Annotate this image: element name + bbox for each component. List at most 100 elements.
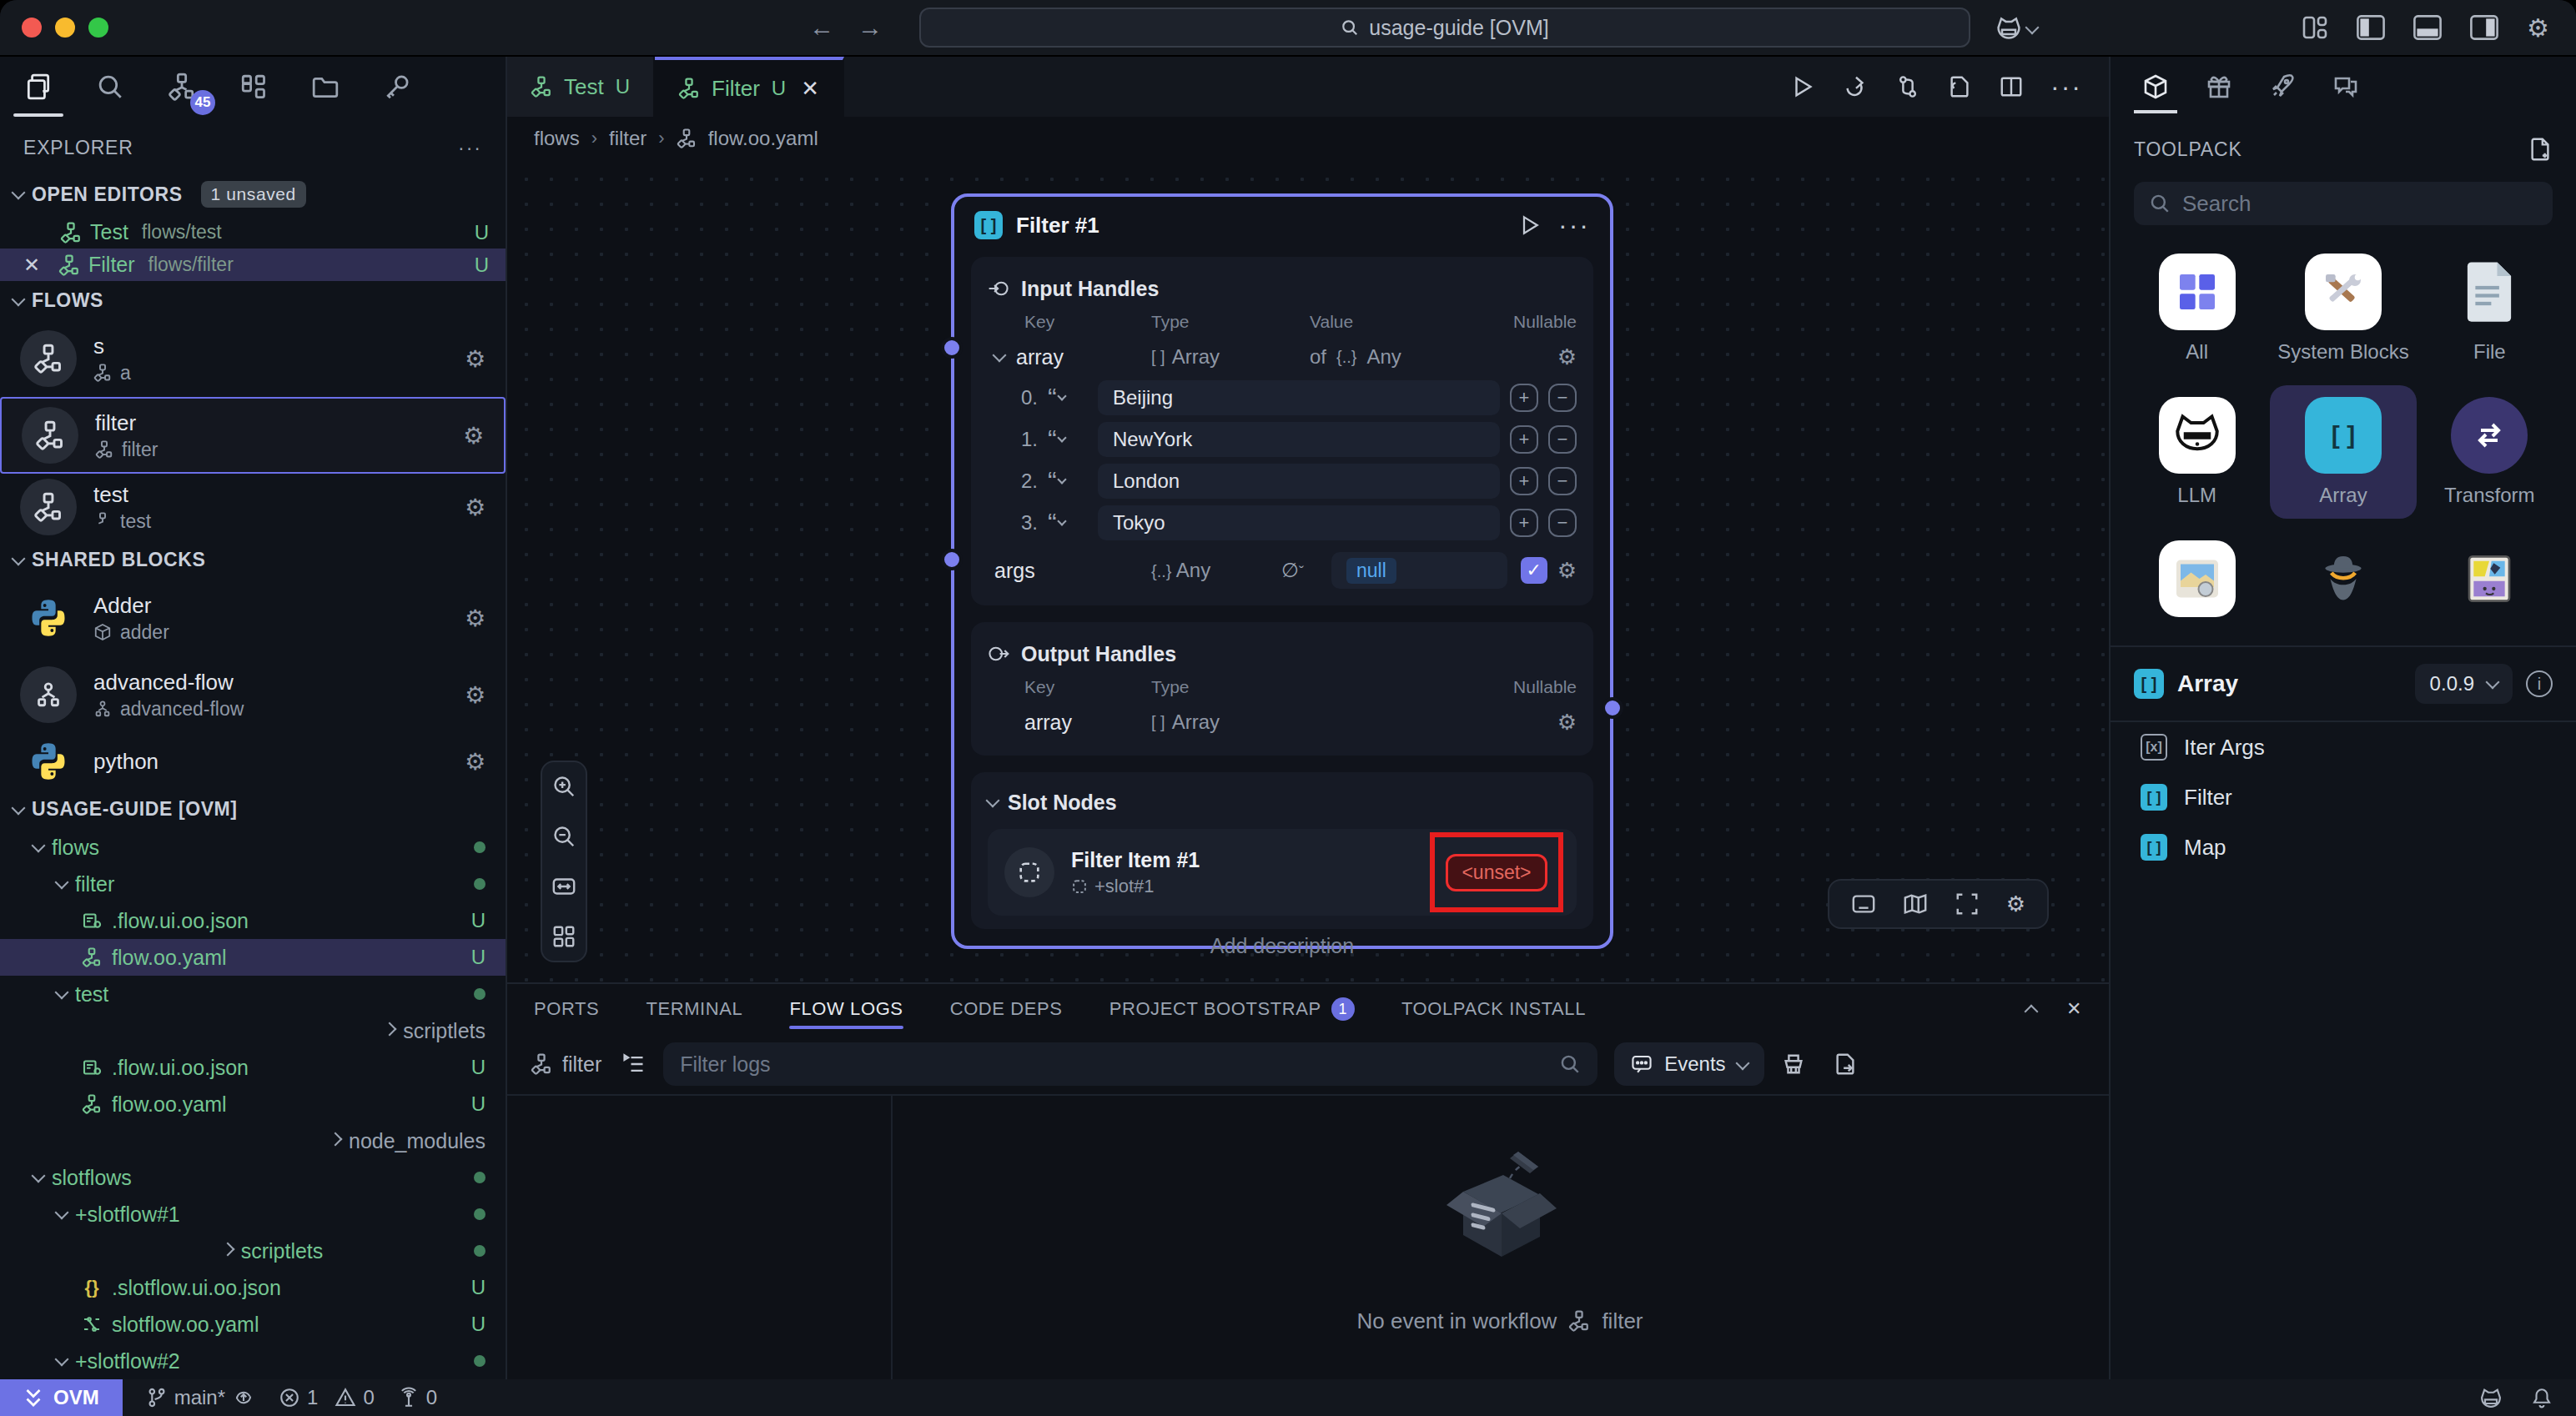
tree-item-flow-yaml2[interactable]: flow.oo.yamlU <box>0 1086 506 1122</box>
tab-filter[interactable]: Filter U ✕ <box>655 57 844 117</box>
tree-item-flow-ui-json2[interactable]: .flow.ui.oo.jsonU <box>0 1049 506 1086</box>
output-port-array[interactable] <box>1602 697 1623 719</box>
gear-icon[interactable]: ⚙ <box>1557 344 1577 370</box>
minimize-window-button[interactable] <box>55 18 75 38</box>
toggle-sidebar-icon[interactable] <box>2357 15 2385 40</box>
tree-item-scriptlets2[interactable]: scriptlets <box>0 1233 506 1269</box>
node-more-icon[interactable]: ··· <box>1558 210 1590 241</box>
run-node-icon[interactable] <box>1518 213 1542 237</box>
string-type-icon[interactable]: “ <box>1048 508 1088 539</box>
gear-icon[interactable]: ⚙ <box>465 748 486 776</box>
info-icon[interactable]: i <box>2526 670 2553 697</box>
gear-icon[interactable]: ⚙ <box>465 494 486 521</box>
node-filter-1[interactable]: [ ] Filter #1 ··· Input Handles <box>951 193 1613 949</box>
flow-canvas[interactable]: [ ] Filter #1 ··· Input Handles <box>507 160 2109 982</box>
node-header[interactable]: [ ] Filter #1 ··· <box>954 197 1610 254</box>
chat-tab-icon[interactable] <box>2327 65 2364 108</box>
handle-row-array[interactable]: array [ ]Array of{..}Any ⚙ <box>988 337 1577 377</box>
tab-code-deps[interactable]: CODE DEPS <box>950 984 1063 1034</box>
ports-item[interactable]: 0 <box>398 1386 437 1409</box>
slot-nodes-header[interactable]: Slot Nodes <box>988 786 1577 819</box>
open-editor-test[interactable]: Test flows/test U <box>0 216 506 249</box>
tree-item-scriptlets[interactable]: scriptlets <box>0 1012 506 1049</box>
tree-item-flows[interactable]: flows <box>0 829 506 866</box>
events-dropdown[interactable]: Events <box>1614 1042 1763 1086</box>
split-editor-icon[interactable] <box>1999 74 2024 99</box>
close-tab-icon[interactable]: ✕ <box>801 76 819 102</box>
minimap-icon[interactable] <box>1903 891 1928 916</box>
project-section-header[interactable]: USAGE-GUIDE [OVM] <box>0 790 506 829</box>
toolpack-file[interactable]: File <box>2417 242 2563 375</box>
tree-item-slotflow-ui-json[interactable]: {}.slotflow.ui.oo.jsonU <box>0 1269 506 1306</box>
toolpack-comic[interactable] <box>2417 529 2563 629</box>
explorer-more-icon[interactable]: ··· <box>458 137 482 159</box>
gear-icon[interactable]: ⚙ <box>1557 558 1577 584</box>
version-dropdown[interactable]: 0.0.9 <box>2415 664 2513 704</box>
close-panel-icon[interactable]: ✕ <box>2066 998 2082 1020</box>
run-icon[interactable] <box>1790 74 1815 99</box>
flows-activity-icon[interactable]: 45 <box>160 65 204 108</box>
string-type-icon[interactable]: “ <box>1048 466 1088 497</box>
breadcrumb-file[interactable]: flow.oo.yaml <box>708 127 818 150</box>
breadcrumb-flows[interactable]: flows <box>534 127 580 150</box>
husky-status-icon[interactable] <box>2478 1386 2504 1409</box>
flow-selector[interactable]: filter <box>531 1052 601 1077</box>
toolpack-transform[interactable]: Transform <box>2417 385 2563 519</box>
bell-icon[interactable] <box>2531 1386 2553 1409</box>
canvas-settings-icon[interactable]: ⚙ <box>2006 891 2025 917</box>
toggle-secondary-sidebar-icon[interactable] <box>2470 15 2498 40</box>
search-activity-icon[interactable] <box>88 65 132 108</box>
back-icon[interactable]: ← <box>809 13 834 42</box>
zoom-in-icon[interactable] <box>551 774 576 799</box>
gift-tab-icon[interactable] <box>2201 65 2237 108</box>
toolpack-system-blocks[interactable]: System Blocks <box>2270 242 2416 375</box>
block-map[interactable]: [ ] Map <box>2111 822 2576 872</box>
tree-item-flow-yaml[interactable]: flow.oo.yamlU <box>0 939 506 976</box>
add-item-icon[interactable]: + <box>1510 384 1538 412</box>
tab-flow-logs[interactable]: FLOW LOGS <box>789 984 903 1034</box>
settings-gear-icon[interactable]: ⚙ <box>2527 13 2549 43</box>
maximize-panel-icon[interactable] <box>2024 1005 2038 1019</box>
explorer-activity-icon[interactable] <box>17 65 60 108</box>
rocket-tab-icon[interactable] <box>2264 65 2301 108</box>
gear-icon[interactable]: ⚙ <box>1557 710 1577 736</box>
forward-icon[interactable]: → <box>858 13 883 42</box>
key-activity-icon[interactable] <box>375 65 419 108</box>
tab-toolpack-install[interactable]: TOOLPACK INSTALL <box>1401 984 1586 1034</box>
array-item-input[interactable]: Tokyo <box>1098 505 1500 540</box>
tree-item-flow-ui-json[interactable]: .flow.ui.oo.jsonU <box>0 902 506 939</box>
git-branch-item[interactable]: main* <box>146 1386 255 1409</box>
toolpack-array[interactable]: [ ] Array <box>2270 385 2416 519</box>
open-editors-header[interactable]: OPEN EDITORS 1 unsaved <box>0 173 506 216</box>
toolpack-all[interactable]: All <box>2124 242 2270 375</box>
array-item-input[interactable]: Beijing <box>1098 380 1500 415</box>
add-description[interactable]: Add description <box>951 934 1613 958</box>
log-list-icon[interactable] <box>621 1052 647 1076</box>
tree-item-slotflow2[interactable]: +slotflow#2 <box>0 1343 506 1379</box>
tab-test[interactable]: Test U <box>507 57 655 117</box>
command-center-search[interactable]: usage-guide [OVM] <box>919 8 1970 48</box>
add-item-icon[interactable]: + <box>1510 467 1538 495</box>
filter-logs-input[interactable]: Filter logs <box>663 1042 1597 1086</box>
folder-activity-icon[interactable] <box>304 65 347 108</box>
unset-badge[interactable]: <unset> <box>1446 854 1547 891</box>
traffic-lights[interactable] <box>0 18 128 38</box>
shared-block-python[interactable]: python ⚙ <box>0 733 506 790</box>
block-iter-args[interactable]: [x] Iter Args <box>2111 722 2576 772</box>
compare-icon[interactable] <box>1895 74 1920 99</box>
tree-item-filter[interactable]: filter <box>0 866 506 902</box>
array-item-input[interactable]: London <box>1098 464 1500 499</box>
shared-block-advanced-flow[interactable]: advanced-flow advanced-flow ⚙ <box>0 656 506 733</box>
flow-card-filter[interactable]: filter filter ⚙ <box>0 397 506 474</box>
maximize-window-button[interactable] <box>88 18 108 38</box>
string-type-icon[interactable]: “ <box>1048 424 1088 455</box>
args-input[interactable]: null <box>1331 552 1507 589</box>
add-item-icon[interactable]: + <box>1510 509 1538 537</box>
ovm-status-item[interactable]: OVM <box>0 1379 123 1416</box>
handle-row-args[interactable]: args {..} Any ∅ˇ null ✓ ⚙ <box>988 549 1577 592</box>
flow-card-s[interactable]: s a ⚙ <box>0 320 506 397</box>
open-editor-filter[interactable]: ✕ Filter flows/filter U <box>0 249 506 281</box>
array-item-input[interactable]: NewYork <box>1098 422 1500 457</box>
null-type-icon[interactable]: ∅ˇ <box>1281 559 1331 582</box>
more-actions-icon[interactable]: ··· <box>2050 72 2082 103</box>
